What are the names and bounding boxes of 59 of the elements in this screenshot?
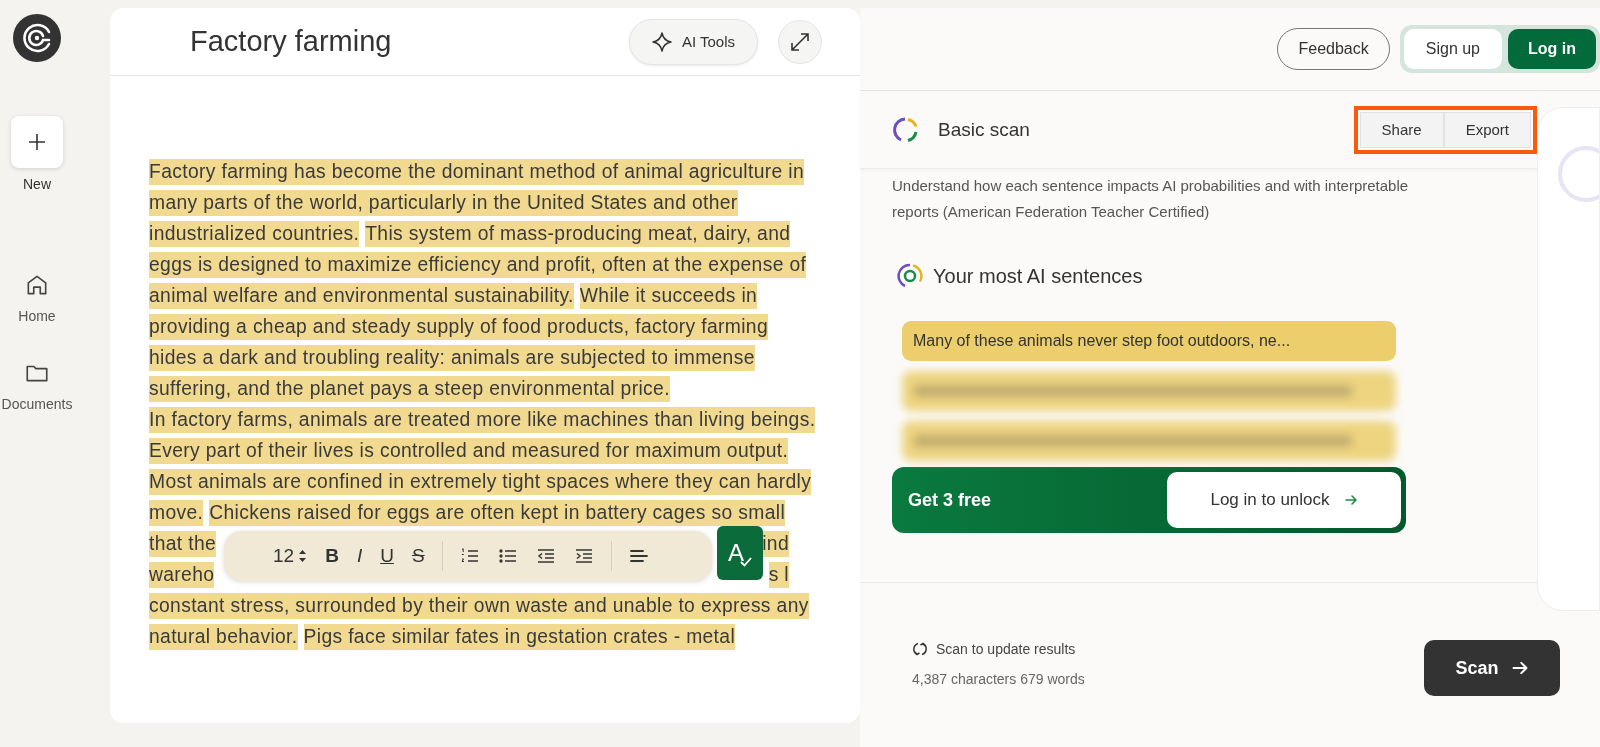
ai-tools-button[interactable]: AI Tools — [628, 18, 758, 65]
sentences-heading: Your most AI sentences — [933, 264, 1143, 288]
character-count: 4,387 characters 679 words — [912, 671, 1085, 687]
update-hint: Scan to update results — [936, 641, 1076, 657]
refresh-icon — [912, 641, 928, 657]
export-button[interactable]: Export — [1443, 111, 1531, 148]
logo-icon[interactable] — [13, 14, 61, 62]
highlighted-text: move. — [149, 499, 204, 526]
arrow-icon — [1510, 659, 1529, 677]
highlighted-text: constant stress, surrounded by their own waste and unable to express any — [149, 592, 809, 619]
highlighted-text: Factory farming has become the dominant method of animal agriculture in — [149, 158, 805, 185]
sidebar-item[interactable]: Documents — [1, 360, 73, 412]
highlighted-text: many parts of the world, particularly in the United States and other — [149, 189, 738, 216]
log-in-button[interactable]: Log in — [1508, 29, 1596, 69]
scan-description: Understand how each sentence impacts AI probabilities and with interpretable reports (American Federation Teacher Certified) — [891, 176, 1410, 222]
sign-up-button[interactable]: Sign up — [1403, 29, 1502, 69]
underline-button[interactable]: U — [371, 545, 403, 567]
scan-ring-icon — [892, 116, 918, 143]
scan-title: Basic scan — [938, 118, 1031, 141]
highlighted-text: natural behavior. — [149, 623, 298, 650]
new-button[interactable] — [11, 116, 63, 168]
share-button[interactable]: Share — [1359, 111, 1444, 148]
highlighted-text: s l — [768, 561, 789, 588]
highlighted-text: In factory farms, animals are treated more like machines than living beings. — [149, 406, 816, 433]
outdent-icon — [535, 546, 556, 566]
font-size-selector[interactable]: 12 — [264, 545, 317, 567]
highlighted-text: Pigs face similar fates in gestation crates - metal — [303, 623, 736, 650]
highlighted-text: that the — [149, 530, 217, 557]
sparkle-icon — [651, 31, 672, 52]
indent-icon — [573, 546, 594, 566]
italic-button[interactable]: I — [347, 545, 372, 567]
highlighted-text: While it succeeds in — [579, 282, 758, 309]
highlighted-text: Chickens raised for eggs are often kept in battery cages so small — [209, 499, 786, 526]
stepper-icon — [298, 549, 308, 563]
highlighted-text: hides a dark and troubling reality: animals are subjected to immense — [149, 344, 755, 371]
highlighted-text: ind — [762, 530, 789, 557]
unlock-button[interactable]: Log in to unlock — [1167, 472, 1401, 528]
highlighted-text: suffering, and the planet pays a steep environmental price. — [149, 375, 670, 402]
sidebar-item[interactable]: Home — [18, 272, 56, 324]
grammar-check-button[interactable]: A — [717, 526, 763, 580]
highlighted-text: Most animals are confined in extremely tight spaces where they can hardly — [149, 468, 812, 495]
highlighted-text: Every part of their lives is controlled and measured for maximum output. — [149, 437, 789, 464]
bold-button[interactable]: B — [316, 545, 348, 567]
highlighted-text: This system of mass-producing meat, dairy, and — [365, 220, 791, 247]
banner-text: Get 3 free — [907, 489, 993, 511]
highlighted-text: industrialized countries. — [149, 220, 360, 247]
expand-button[interactable] — [778, 19, 822, 64]
scan-button[interactable]: Scan — [1424, 640, 1560, 696]
highlighted-text: animal welfare and environmental sustainability. — [149, 282, 574, 309]
arrow-icon — [1343, 493, 1358, 507]
ai-sentence[interactable]: Many of these animals never step foot outdoors, ne... — [902, 321, 1396, 361]
highlighted-text: eggs is designed to maximize efficiency and profit, often at the expense of — [149, 251, 807, 278]
highlighted-text: wareho — [149, 561, 215, 588]
plus-icon — [27, 132, 47, 152]
target-icon — [897, 263, 923, 289]
highlighted-text: providing a cheap and steady supply of food products, factory farming — [149, 313, 768, 340]
new-label: New — [23, 176, 51, 192]
strikethrough-button[interactable]: S — [402, 545, 434, 567]
document-title[interactable]: Factory farming — [190, 25, 629, 58]
